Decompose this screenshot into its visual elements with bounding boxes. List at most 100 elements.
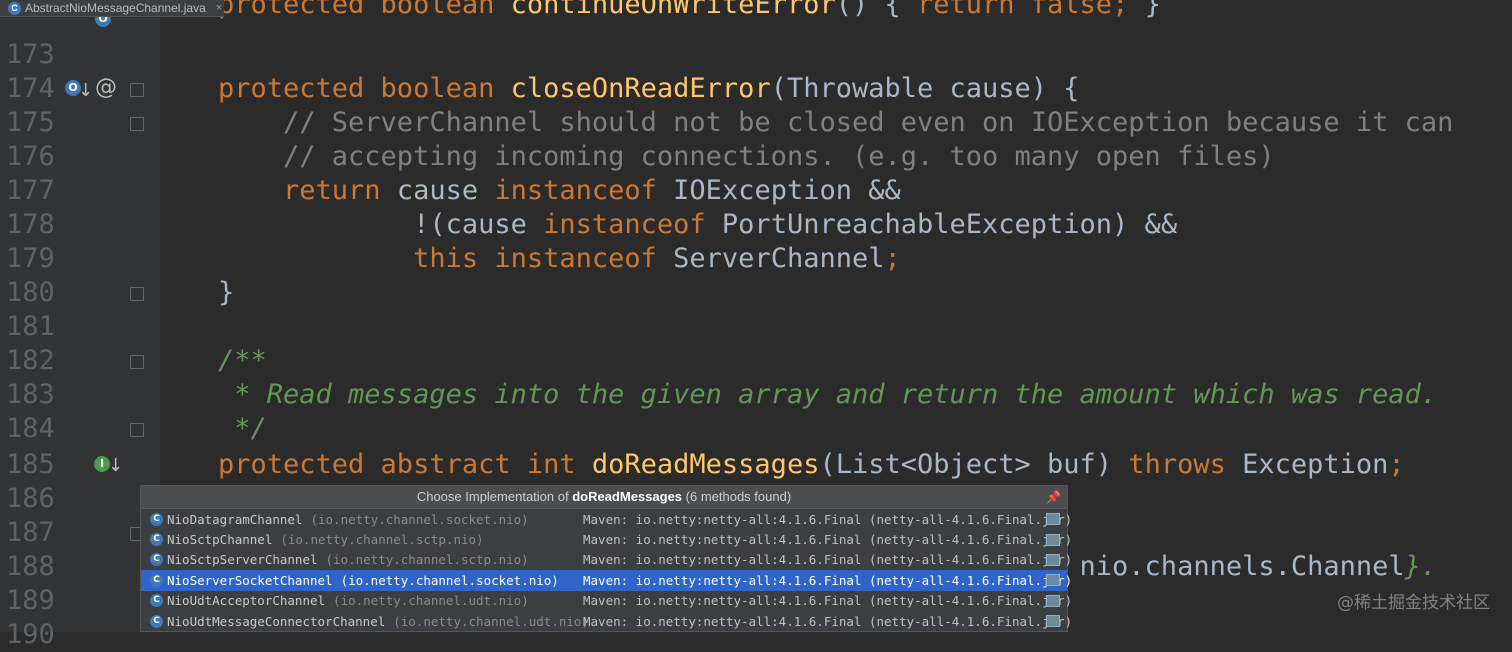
line-number: 185 (6, 449, 55, 480)
code-line[interactable]: 183 * Read messages into the given array… (0, 378, 1512, 412)
pin-icon[interactable]: 📌 (1046, 486, 1061, 508)
class-icon: C (150, 573, 163, 587)
code-line[interactable]: 177 return cause instanceof IOException … (0, 174, 1512, 208)
class-icon: C (150, 553, 163, 567)
implementation-list: C NioDatagramChannel (io.netty.channel.soc… (141, 509, 1072, 631)
watermark: @稀土掘金技术社区 (1337, 593, 1490, 613)
code-token: closeOnReadError (510, 73, 771, 104)
library-jar-icon (1046, 553, 1060, 566)
library-jar-icon (1046, 574, 1060, 587)
implementation-location: Maven: io.netty:netty-all:4.1.6.Final (n… (583, 532, 1073, 548)
class-icon: C (150, 614, 163, 628)
line-number: 189 (6, 585, 55, 616)
code-token: protected boolean (218, 73, 511, 104)
fold-marker-icon[interactable] (130, 117, 144, 131)
code-text: protected boolean continueOnWriteError()… (218, 0, 1161, 22)
code-token: // ServerChannel should not be closed ev… (218, 107, 1454, 138)
code-token: */ (218, 413, 267, 444)
implementation-item[interactable]: C NioUdtMessageConnectorChannel (io.netty.… (141, 611, 1072, 631)
code-line[interactable]: 185 protected abstract int doReadMessages… (0, 448, 1512, 482)
implementation-item[interactable]: C NioSctpServerChannel (io.netty.channel.s… (141, 550, 1072, 570)
popup-title-prefix: Choose Implementation of (416, 489, 573, 504)
class-icon: C (150, 594, 163, 608)
line-number: 181 (6, 311, 55, 342)
popup-method-name: doReadMessages (572, 489, 683, 504)
code-token: () { (835, 0, 917, 20)
code-token: cause (396, 175, 495, 206)
code-token: ; (884, 243, 901, 274)
line-number: 183 (6, 379, 55, 410)
code-token: // accepting incoming connections. (e.g.… (218, 141, 1275, 172)
library-jar-icon (1046, 594, 1060, 607)
code-text: !(cause instanceof PortUnreachableExcept… (218, 208, 1177, 242)
implementation-item[interactable]: C NioUdtAcceptorChannel (io.netty.channel.… (141, 591, 1072, 611)
line-number: 176 (6, 141, 55, 172)
code-line[interactable]: 174 protected boolean closeOnReadError(Th… (0, 72, 1512, 106)
line-number: 175 (6, 107, 55, 138)
implementation-package: (io.netty.channel.udt.nio) (393, 613, 589, 629)
code-line[interactable]: 181 (0, 310, 1512, 344)
code-line[interactable]: 170protected boolean continueOnWriteErro… (0, 0, 1512, 38)
code-token: IOException && (673, 175, 901, 206)
code-line[interactable]: 184 */ (0, 412, 1512, 446)
code-token: (Throwable cause) { (770, 73, 1080, 104)
library-jar-icon (1046, 513, 1060, 526)
fold-marker-icon[interactable] (130, 83, 144, 97)
fold-marker-icon[interactable] (130, 355, 144, 369)
code-token: }. (1404, 551, 1438, 582)
code-text: protected boolean closeOnReadError(Throw… (218, 72, 1080, 106)
code-token: Exception (1242, 449, 1389, 480)
code-token: } (1144, 0, 1161, 20)
implementation-location: Maven: io.netty:netty-all:4.1.6.Final (n… (583, 613, 1073, 629)
line-number: 184 (6, 413, 55, 444)
line-number: 180 (6, 277, 55, 308)
code-token: return (218, 175, 397, 206)
code-line[interactable]: 176 // accepting incoming connections. (… (0, 140, 1512, 174)
line-number: 173 (6, 39, 55, 70)
code-token: /** (218, 345, 267, 376)
code-line[interactable]: 182 /** (0, 344, 1512, 378)
popup-header: Choose Implementation of doReadMessages … (141, 486, 1067, 509)
implementation-package: (io.netty.channel.sctp.nio) (325, 552, 529, 568)
code-text: // accepting incoming connections. (e.g.… (218, 140, 1275, 174)
code-line[interactable]: 175 // ServerChannel should not be close… (0, 106, 1512, 140)
arrow-down-icon: ↓ (78, 80, 94, 101)
file-tab[interactable]: C AbstractNioMessageChannel.java × (0, 0, 224, 17)
implementation-package: (io.netty.channel.udt.nio) (333, 593, 529, 609)
implementation-package: (io.netty.channel.socket.nio) (340, 572, 559, 588)
close-icon[interactable]: × (216, 2, 222, 14)
implementation-package: (io.netty.channel.socket.nio) (310, 511, 529, 527)
line-number: 179 (6, 243, 55, 274)
code-token: ServerChannel (673, 243, 885, 274)
implementation-location: Maven: io.netty:netty-all:4.1.6.Final (n… (583, 593, 1073, 609)
implementation-class-name: NioDatagramChannel (167, 511, 303, 527)
implementation-item[interactable]: C NioDatagramChannel (io.netty.channel.soc… (141, 509, 1072, 529)
code-token: this instanceof (218, 243, 674, 274)
implementation-class-name: NioSctpServerChannel (167, 552, 318, 568)
fold-marker-icon[interactable] (130, 287, 144, 301)
popup-title-suffix: (6 methods found) (682, 489, 792, 504)
annotation-icon: @ (95, 75, 117, 100)
code-token: ; (1388, 449, 1405, 480)
code-text: // ServerChannel should not be closed ev… (218, 106, 1453, 140)
code-text: this instanceof ServerChannel; (218, 242, 901, 276)
implementation-item[interactable]: C NioSctpChannel (io.netty.channel.sctp.ni… (141, 529, 1072, 549)
implementation-item[interactable]: C NioServerSocketChannel (io.netty.channel… (141, 570, 1072, 591)
line-number: 174 (6, 73, 55, 104)
line-number: 188 (6, 551, 55, 582)
code-token: instanceof (543, 209, 722, 240)
code-text: } (218, 276, 234, 310)
code-token: throws (1128, 449, 1243, 480)
choose-implementation-popup[interactable]: Choose Implementation of doReadMessages … (140, 485, 1072, 632)
code-line[interactable]: 180} (0, 276, 1512, 310)
code-line[interactable]: 173 (0, 38, 1512, 72)
code-text: */ (218, 412, 267, 446)
code-token: protected abstract int (218, 449, 592, 480)
implementation-location: Maven: io.netty:netty-all:4.1.6.Final (n… (583, 572, 1073, 588)
class-icon: C (150, 512, 163, 526)
fold-marker-icon[interactable] (130, 423, 144, 437)
code-line[interactable]: 179 this instanceof ServerChannel; (0, 242, 1512, 276)
code-line[interactable]: 178 !(cause instanceof PortUnreachableEx… (0, 208, 1512, 242)
code-token: PortUnreachableException) && (721, 209, 1178, 240)
code-token: return false; (917, 0, 1145, 20)
